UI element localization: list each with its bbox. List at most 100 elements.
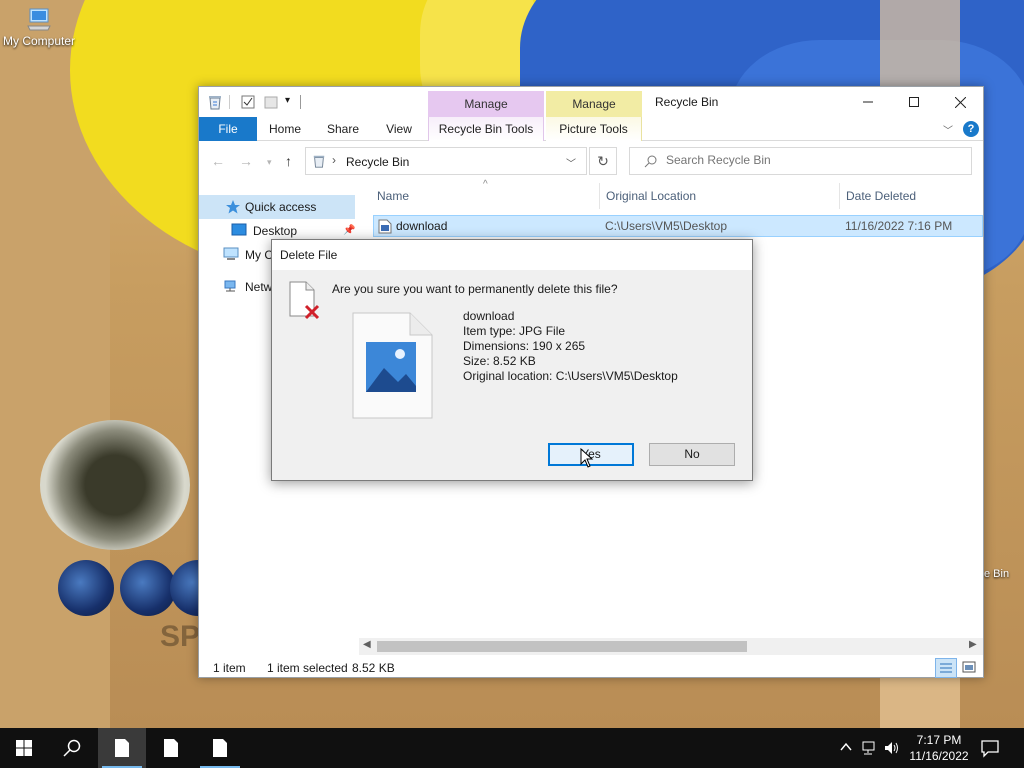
expand-ribbon-icon[interactable]: ﹀ — [943, 122, 953, 137]
qat-divider — [229, 95, 230, 109]
properties-icon[interactable] — [240, 94, 256, 110]
recycle-bin-icon — [313, 155, 325, 168]
minimize-icon — [863, 101, 873, 103]
tab-view[interactable]: View — [375, 117, 423, 141]
breadcrumb-chevron-icon[interactable]: › — [332, 153, 336, 167]
column-header-date-deleted[interactable]: Date Deleted — [846, 189, 916, 203]
tab-file[interactable]: File — [199, 117, 257, 141]
file-original-location: Original location: C:\Users\VM5\Desktop — [463, 369, 678, 383]
search-input[interactable] — [666, 153, 956, 167]
tab-recycle-bin-tools[interactable]: Recycle Bin Tools — [428, 117, 544, 141]
address-bar[interactable]: › Recycle Bin ﹀ — [305, 147, 587, 175]
file-icon — [213, 739, 227, 757]
status-item-count: 1 item — [213, 661, 246, 675]
file-icon — [164, 739, 178, 757]
start-button[interactable] — [0, 728, 48, 768]
taskbar-app-explorer[interactable] — [98, 728, 146, 768]
sort-ascending-icon: ^ — [483, 179, 488, 190]
desktop-icon-recycle-bin-label[interactable]: e Bin — [984, 568, 1009, 580]
column-header-original-location[interactable]: Original Location — [606, 189, 696, 203]
refresh-icon: ↻ — [597, 153, 609, 169]
breadcrumb[interactable]: Recycle Bin — [346, 155, 409, 169]
search-taskbar-button[interactable] — [48, 728, 96, 768]
nav-item-label: Quick access — [245, 200, 317, 214]
new-folder-icon[interactable] — [263, 94, 279, 110]
table-row[interactable]: download C:\Users\VM5\Desktop 11/16/2022… — [373, 215, 983, 237]
minimize-button[interactable] — [845, 87, 891, 117]
context-tab-manage-recycle-bin[interactable]: Manage — [428, 91, 544, 117]
qat-customize-icon[interactable]: ▾ — [285, 95, 290, 106]
close-button[interactable] — [937, 87, 983, 117]
nav-item-label: Netw — [245, 280, 273, 294]
large-icons-view-button[interactable] — [959, 658, 981, 678]
help-icon[interactable]: ? — [963, 121, 979, 137]
details-view-button[interactable] — [935, 658, 957, 678]
up-arrow-icon[interactable]: ↑ — [285, 153, 292, 169]
network-icon[interactable] — [862, 740, 878, 756]
search-box[interactable] — [629, 147, 972, 175]
recycle-bin-icon — [209, 96, 221, 110]
wallpaper-text: SP — [160, 620, 201, 653]
star-icon — [226, 200, 240, 214]
desktop-folder-icon — [231, 223, 247, 236]
title-bar[interactable]: ▾ Manage Manage Recycle Bin — [199, 87, 983, 117]
volume-icon[interactable] — [884, 740, 900, 756]
column-header-name[interactable]: Name — [377, 189, 409, 203]
column-divider[interactable] — [839, 183, 840, 209]
jpg-file-icon — [378, 219, 392, 234]
nav-item-quick-access[interactable]: Quick access — [199, 195, 355, 219]
no-button[interactable]: No — [649, 443, 735, 466]
maximize-icon — [909, 97, 919, 107]
taskbar-app-file-3[interactable] — [196, 728, 244, 768]
scroll-right-icon[interactable]: ▶ — [969, 639, 977, 650]
delete-file-dialog: Delete File Are you sure you want to per… — [271, 239, 753, 481]
tab-home[interactable]: Home — [261, 117, 309, 141]
dialog-title: Delete File — [280, 248, 338, 262]
recent-locations-icon[interactable]: ▾ — [267, 157, 272, 168]
status-selection: 1 item selected — [267, 661, 348, 675]
address-dropdown-icon[interactable]: ﹀ — [566, 155, 576, 170]
ribbon-tabs: File Home Share View Recycle Bin Tools P… — [199, 117, 983, 141]
search-icon — [63, 739, 81, 757]
horizontal-scrollbar[interactable]: ◀ ▶ — [359, 638, 983, 655]
taskbar-app-file-2[interactable] — [147, 728, 195, 768]
mouse-cursor-icon — [580, 448, 594, 468]
computer-icon — [223, 247, 239, 260]
taskbar-clock[interactable]: 7:17 PM 11/16/2022 — [906, 732, 972, 764]
tab-share[interactable]: Share — [319, 117, 367, 141]
scrollbar-thumb[interactable] — [377, 641, 747, 652]
qat-divider — [300, 95, 301, 109]
file-size: Size: 8.52 KB — [463, 354, 536, 368]
column-headers: ^ Name Original Location Date Deleted — [369, 179, 981, 209]
clock-time: 7:17 PM — [916, 733, 962, 747]
refresh-button[interactable]: ↻ — [589, 147, 617, 175]
desktop-icon-my-computer[interactable]: My Computer — [0, 6, 78, 48]
context-tab-manage-picture[interactable]: Manage — [546, 91, 642, 117]
dialog-title-bar[interactable]: Delete File — [272, 240, 752, 270]
file-item-type: Item type: JPG File — [463, 324, 566, 338]
network-icon — [224, 280, 236, 292]
forward-arrow-icon[interactable]: → — [239, 153, 253, 169]
window-title: Recycle Bin — [655, 95, 719, 109]
action-center-icon[interactable] — [980, 738, 1000, 758]
delete-file-icon — [289, 281, 320, 320]
tab-picture-tools[interactable]: Picture Tools — [546, 117, 642, 141]
windows-logo-icon — [16, 740, 32, 756]
taskbar: 7:17 PM 11/16/2022 — [0, 728, 1024, 768]
navigation-bar: ← → ▾ ↑ › Recycle Bin ﹀ ↻ — [199, 143, 983, 181]
desktop-icon-label: My Computer — [2, 34, 76, 48]
large-icons-view-icon — [962, 661, 976, 673]
close-icon — [954, 96, 966, 108]
computer-icon — [27, 8, 51, 31]
back-arrow-icon[interactable]: ← — [211, 153, 225, 169]
scroll-left-icon[interactable]: ◀ — [363, 639, 371, 650]
column-divider[interactable] — [599, 183, 600, 209]
cell-original-location: C:\Users\VM5\Desktop — [605, 219, 728, 233]
search-icon — [644, 155, 657, 168]
file-icon — [115, 739, 129, 757]
wallpaper-shape — [40, 420, 190, 550]
file-details: download Item type: JPG File Dimensions:… — [463, 309, 678, 384]
show-hidden-icons-icon[interactable] — [840, 742, 852, 752]
maximize-button[interactable] — [891, 87, 937, 117]
status-bar: 1 item 1 item selected 8.52 KB — [199, 657, 983, 679]
